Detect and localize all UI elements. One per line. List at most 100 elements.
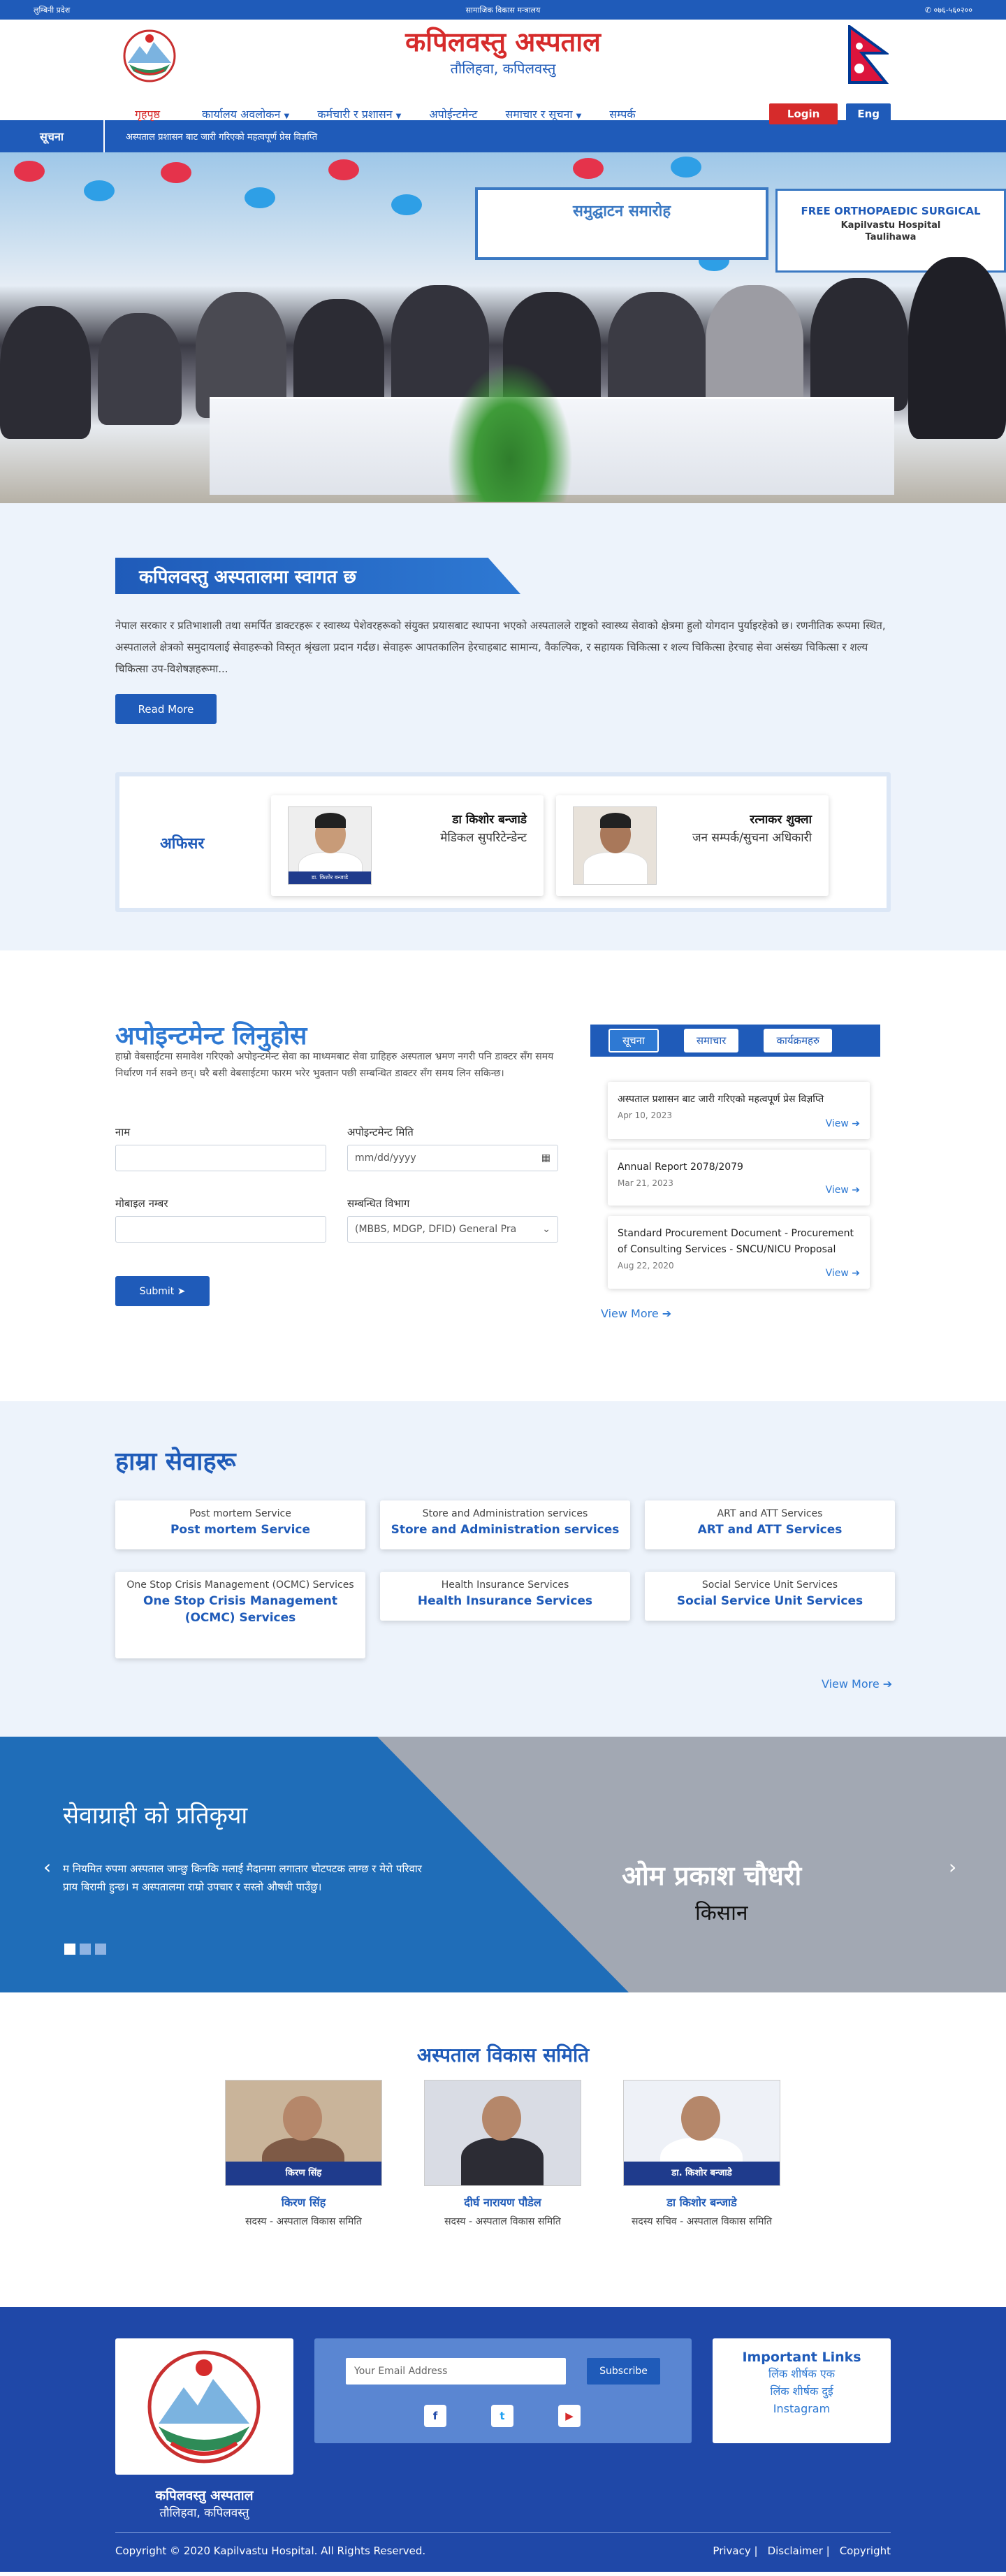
officers-label: अफिसर: [160, 835, 205, 853]
appointment-section: अपोइन्टमेन्ट लिनुहोस हाम्रो वेबसाईटमा सम…: [0, 950, 1006, 1401]
hero-plant: [447, 362, 573, 502]
chevron-down-icon: ▼: [576, 113, 582, 120]
balloon-decoration: [161, 162, 191, 183]
service-image: Social Service Unit Services: [701, 1579, 838, 1591]
tab-notice[interactable]: सूचना: [608, 1029, 659, 1052]
nav-news-notice[interactable]: समाचार र सूचना ▼: [505, 106, 581, 122]
department-label: सम्बन्धित विभाग: [347, 1197, 410, 1210]
footer-hospital-name: कपिलवस्तु अस्पताल: [155, 2488, 254, 2503]
important-links: Important Links लिंक शीर्षक एक लिंक शीर्…: [713, 2338, 891, 2443]
service-card[interactable]: Post mortem Service Post mortem Service: [115, 1500, 365, 1549]
testimonial-role: किसान: [695, 1901, 748, 1925]
privacy-link[interactable]: Privacy |: [713, 2545, 757, 2557]
view-link[interactable]: View ➔: [826, 1268, 860, 1279]
notice-date: Mar 21, 2023: [618, 1178, 673, 1188]
read-more-button[interactable]: Read More: [115, 694, 217, 724]
hero-person: [0, 306, 91, 439]
committee-member[interactable]: दीर्घ नारायण पौडेल सदस्य - अस्पताल विकास…: [424, 2080, 581, 2229]
officer-name: रत्नाकर शुक्ला: [750, 813, 812, 827]
chevron-down-icon: ⌄: [542, 1224, 551, 1235]
tab-news[interactable]: समाचार: [683, 1029, 739, 1052]
name-input[interactable]: [115, 1145, 326, 1171]
service-card[interactable]: Health Insurance Services Health Insuran…: [380, 1572, 630, 1621]
appointment-description: हाम्रो वेबसाईटमा समावेश गरिएको अपोइन्टमे…: [115, 1051, 554, 1079]
officer-name: डा किशोर बन्जाडे: [452, 813, 527, 827]
ministry-label: सामाजिक विकास मन्त्रालय: [465, 5, 541, 15]
nav-staff-admin[interactable]: कर्मचारी र प्रशासन ▼: [317, 106, 401, 122]
language-toggle-button[interactable]: Eng: [846, 103, 891, 124]
facebook-icon[interactable]: f: [424, 2405, 446, 2427]
nav-office-overview[interactable]: कार्यालय अवलोकन ▼: [202, 106, 289, 122]
tab-events[interactable]: कार्यक्रमहरु: [764, 1029, 832, 1052]
carousel-dot[interactable]: [95, 1944, 106, 1955]
footer-bottom-links: Privacy | Disclaimer | Copyright: [703, 2545, 891, 2557]
notice-title: अस्पताल प्रशासन बाट जारी गरिएको महत्वपूर…: [618, 1094, 824, 1105]
services-view-more-link[interactable]: View More ➔: [822, 1677, 892, 1691]
welcome-section: कपिलवस्तु अस्पतालमा स्वागत छ नेपाल सरकार…: [0, 503, 1006, 950]
balloon-decoration: [245, 187, 275, 208]
footer-divider: [115, 2532, 891, 2533]
chevron-left-icon[interactable]: ‹: [43, 1855, 51, 1879]
service-card[interactable]: Social Service Unit Services Social Serv…: [645, 1572, 895, 1621]
member-name: दीर्घ नारायण पौडेल: [464, 2196, 541, 2209]
notice-item[interactable]: Annual Report 2078/2079 Mar 21, 2023 Vie…: [608, 1150, 870, 1206]
notice-title: Standard Procurement Document - Procurem…: [618, 1228, 854, 1255]
notice-item[interactable]: अस्पताल प्रशासन बाट जारी गरिएको महत्वपूर…: [608, 1082, 870, 1139]
service-image: One Stop Crisis Management (OCMC) Servic…: [126, 1579, 354, 1591]
email-input[interactable]: Your Email Address: [346, 2358, 566, 2385]
services-title: हाम्रा सेवाहरू: [115, 1447, 236, 1476]
testimonial-name: ओम प्रकाश चौधरी: [622, 1860, 802, 1891]
top-bar: लुम्बिनी प्रदेश सामाजिक विकास मन्त्रालय …: [0, 0, 1006, 20]
service-title: ART and ATT Services: [697, 1523, 843, 1537]
nepal-flag-icon: [848, 25, 889, 84]
date-input[interactable]: mm/dd/yyyy ▦: [347, 1145, 558, 1171]
copyright-text: Copyright © 2020 Kapilvastu Hospital. Al…: [115, 2545, 426, 2557]
department-select[interactable]: (MBBS, MDGP, DFID) General Pra ⌄: [347, 1216, 558, 1243]
committee-member[interactable]: किरण सिंह किरण सिंह सदस्य - अस्पताल विका…: [225, 2080, 382, 2229]
nepal-emblem-logo: [147, 2350, 261, 2463]
nav-appointment[interactable]: अपोईन्टमेन्ट: [429, 106, 477, 122]
committee-member[interactable]: डा. किशोर बन्जाडे डा किशोर बन्जाडे सदस्य…: [623, 2080, 780, 2229]
officer-role: जन सम्पर्क/सुचना अधिकारी: [692, 831, 812, 845]
footer-address: तौलिहवा, कपिलवस्तु: [159, 2506, 249, 2520]
notice-title: Annual Report 2078/2079: [618, 1162, 743, 1173]
mobile-label: मोबाइल नम्बर: [115, 1197, 168, 1210]
twitter-icon[interactable]: t: [491, 2405, 513, 2427]
officer-card[interactable]: रत्नाकर शुक्ला जन सम्पर्क/सुचना अधिकारी: [556, 795, 829, 896]
nav-home[interactable]: गृहपृष्ठ: [135, 106, 160, 122]
service-card[interactable]: One Stop Crisis Management (OCMC) Servic…: [115, 1572, 365, 1658]
service-card[interactable]: Store and Administration services Store …: [380, 1500, 630, 1549]
submit-button[interactable]: Submit ➤: [115, 1276, 210, 1306]
notices-view-more-link[interactable]: View More ➔: [601, 1307, 671, 1320]
officer-card[interactable]: डा. किशोर बन्जाडे डा किशोर बन्जाडे मेडिक…: [271, 795, 544, 896]
footer-logo[interactable]: [115, 2338, 293, 2475]
footer-link[interactable]: Instagram: [713, 2400, 891, 2417]
view-link[interactable]: View ➔: [826, 1185, 860, 1196]
calendar-icon[interactable]: ▦: [541, 1152, 551, 1164]
nav-contact[interactable]: सम्पर्क: [609, 106, 635, 122]
committee-title: अस्पताल विकास समिति: [416, 2043, 590, 2067]
paper-plane-icon: ➤: [177, 1285, 186, 1297]
service-card[interactable]: ART and ATT Services ART and ATT Service…: [645, 1500, 895, 1549]
appointment-title: अपोइन्टमेन्ट लिनुहोस: [115, 1022, 307, 1050]
disclaimer-link[interactable]: Disclaimer |: [768, 2545, 830, 2557]
chevron-right-icon[interactable]: ›: [949, 1855, 956, 1879]
subscribe-button[interactable]: Subscribe: [587, 2358, 660, 2385]
service-title: Store and Administration services: [391, 1523, 620, 1537]
balloon-decoration: [84, 180, 115, 201]
youtube-icon[interactable]: ▶: [558, 2405, 581, 2427]
copyright-link[interactable]: Copyright: [840, 2545, 891, 2557]
carousel-dot[interactable]: [64, 1944, 75, 1955]
ticker-message[interactable]: अस्पताल प्रशासन बाट जारी गरिएको महत्वपूर…: [105, 130, 317, 143]
notice-item[interactable]: Standard Procurement Document - Procurem…: [608, 1216, 870, 1289]
carousel-dot[interactable]: [80, 1944, 91, 1955]
login-button[interactable]: Login: [768, 103, 838, 124]
mobile-input[interactable]: [115, 1216, 326, 1243]
footer-link[interactable]: लिंक शीर्षक एक: [713, 2365, 891, 2382]
view-link[interactable]: View ➔: [826, 1118, 860, 1129]
welcome-title: कपिलवस्तु अस्पतालमा स्वागत छ: [115, 558, 520, 594]
chevron-down-icon: ▼: [395, 113, 402, 120]
balloon-decoration: [391, 194, 422, 215]
footer-link[interactable]: लिंक शीर्षक दुई: [713, 2382, 891, 2400]
officer-photo: डा. किशोर बन्जाडे: [288, 806, 372, 885]
